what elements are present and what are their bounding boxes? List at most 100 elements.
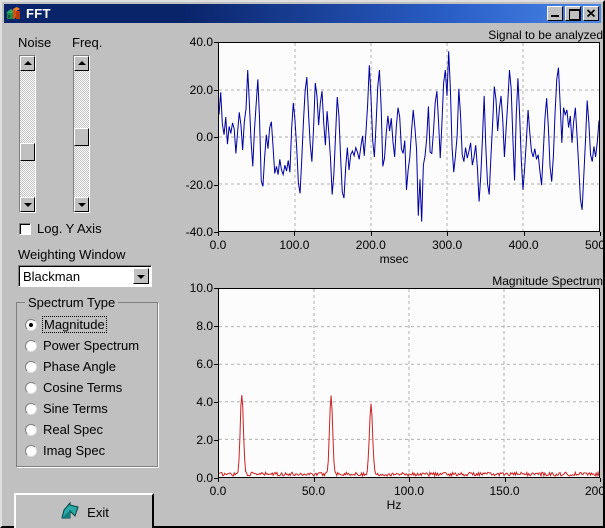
signal-plot-svg [219, 43, 599, 231]
y-tick-mark [214, 89, 218, 91]
freq-label: Freq. [72, 35, 103, 50]
noise-scroll-up-arrow-icon[interactable] [20, 56, 35, 71]
y-tick-label: 4.0 [196, 395, 213, 409]
x-tick-label: 200.0 [355, 238, 386, 252]
spectrum-plot-area [218, 288, 600, 478]
close-icon [586, 9, 596, 18]
signal-chart: Signal to be analyzed 40.0 20.0 0.0 -20.0 -4… [185, 28, 605, 268]
radio-phase-angle[interactable]: Phase Angle [25, 359, 116, 374]
x-tick-mark [504, 478, 506, 482]
window-title: FFT [26, 6, 51, 21]
close-button[interactable] [583, 6, 599, 21]
y-tick-mark [214, 288, 218, 289]
freq-scroll-thumb[interactable] [74, 128, 89, 147]
noise-label: Noise [18, 35, 52, 50]
radio-real-spec[interactable]: Real Spec [25, 422, 103, 437]
radio-magnitude[interactable]: Magnitude [25, 316, 107, 333]
y-tick-mark [214, 184, 218, 186]
x-tick-mark [218, 478, 219, 482]
x-tick-label: 200.0 [584, 484, 605, 498]
radio-power-spectrum-label: Power Spectrum [43, 338, 140, 353]
y-tick-label: 8.0 [196, 319, 213, 333]
x-tick-label: 300.0 [432, 238, 463, 252]
freq-scroll-down-arrow-icon[interactable] [74, 197, 89, 212]
x-tick-mark [447, 232, 449, 236]
x-tick-mark [523, 232, 525, 236]
radio-button-icon[interactable] [25, 444, 37, 457]
radio-button-icon[interactable] [25, 423, 37, 436]
y-tick-label: 6.0 [196, 357, 213, 371]
x-tick-mark [294, 232, 296, 236]
freq-scrollbar[interactable] [73, 55, 90, 213]
exit-button[interactable]: Exit [14, 493, 154, 528]
x-tick-mark [370, 232, 372, 236]
y-tick-mark [214, 42, 218, 43]
y-tick-mark [214, 440, 218, 441]
radio-button-icon[interactable] [25, 339, 37, 352]
title-bar: FFT [4, 4, 601, 23]
x-tick-label: 500.0 [584, 238, 605, 252]
x-tick-label: 400.0 [508, 238, 539, 252]
radio-real-spec-label: Real Spec [43, 422, 103, 437]
exit-arrow-icon [61, 501, 79, 519]
signal-x-axis-label: msec [379, 252, 409, 266]
y-tick-label: 20.0 [189, 82, 213, 97]
x-tick-label: 100.0 [279, 238, 310, 252]
log-y-axis-checkbox[interactable] [19, 222, 31, 235]
spectrum-type-group: Spectrum Type Magnitude Power Spectrum P… [16, 295, 158, 467]
x-tick-mark [600, 232, 601, 236]
radio-button-icon[interactable] [25, 360, 37, 373]
y-tick-label: 2.0 [196, 433, 213, 447]
x-tick-mark [313, 478, 315, 482]
radio-magnitude-label: Magnitude [42, 316, 107, 333]
radio-cosine-terms-label: Cosine Terms [43, 380, 123, 395]
radio-button-icon[interactable] [25, 318, 37, 331]
x-tick-mark [600, 478, 601, 482]
y-tick-label: -20.0 [185, 177, 213, 192]
log-y-axis-checkbox-row[interactable]: Log. Y Axis [19, 221, 102, 236]
app-icon [6, 6, 22, 21]
y-tick-label: 0.0 [196, 130, 213, 144]
radio-power-spectrum[interactable]: Power Spectrum [25, 338, 139, 353]
y-tick-label: 10.0 [189, 281, 213, 295]
weighting-window-label: Weighting Window [18, 247, 126, 262]
weighting-window-select[interactable]: Blackman [18, 265, 152, 287]
fft-application-window: FFT Noise Freq. Log. Y Axis Weighting Wi… [0, 0, 605, 528]
signal-plot-area [218, 42, 600, 232]
exit-button-label: Exit [87, 504, 109, 520]
x-tick-label: 100.0 [393, 484, 425, 498]
radio-sine-terms[interactable]: Sine Terms [25, 401, 108, 416]
y-tick-mark [214, 364, 218, 365]
noise-scroll-thumb[interactable] [20, 142, 35, 161]
minimize-button[interactable] [547, 6, 563, 21]
log-y-axis-label: Log. Y Axis [37, 221, 102, 236]
x-tick-label: 50.0 [301, 484, 326, 498]
spectrum-chart-title: Magnitude Spectrum [492, 274, 603, 288]
window-buttons [547, 6, 599, 21]
y-tick-mark [214, 326, 218, 327]
control-panel: Noise Freq. Log. Y Axis Weighting Window… [2, 25, 182, 528]
weighting-window-value: Blackman [23, 268, 81, 284]
radio-button-icon[interactable] [25, 402, 37, 415]
noise-scrollbar[interactable] [19, 55, 36, 213]
freq-scroll-up-arrow-icon[interactable] [74, 56, 89, 71]
radio-cosine-terms[interactable]: Cosine Terms [25, 380, 122, 395]
spectrum-type-title: Spectrum Type [25, 295, 119, 310]
signal-chart-title: Signal to be analyzed [488, 28, 603, 42]
y-tick-mark [214, 402, 218, 403]
radio-phase-angle-label: Phase Angle [43, 359, 117, 374]
spectrum-plot-svg [219, 289, 599, 477]
x-tick-label: 0.0 [209, 238, 227, 252]
radio-sine-terms-label: Sine Terms [43, 401, 108, 416]
noise-scroll-down-arrow-icon[interactable] [20, 197, 35, 212]
radio-imag-spec[interactable]: Imag Spec [25, 443, 105, 458]
spectrum-x-axis-label: Hz [386, 498, 402, 512]
spectrum-chart: Magnitude Spectrum 10.0 8.0 6.0 4.0 2.0 0.0 0… [185, 274, 605, 526]
maximize-button[interactable] [565, 6, 581, 21]
x-tick-mark [218, 232, 219, 236]
y-tick-label: -40.0 [185, 225, 213, 239]
x-tick-label: 150.0 [489, 484, 520, 498]
chevron-down-icon[interactable] [133, 268, 149, 284]
y-tick-label: 0.0 [196, 471, 213, 485]
radio-button-icon[interactable] [25, 381, 37, 394]
